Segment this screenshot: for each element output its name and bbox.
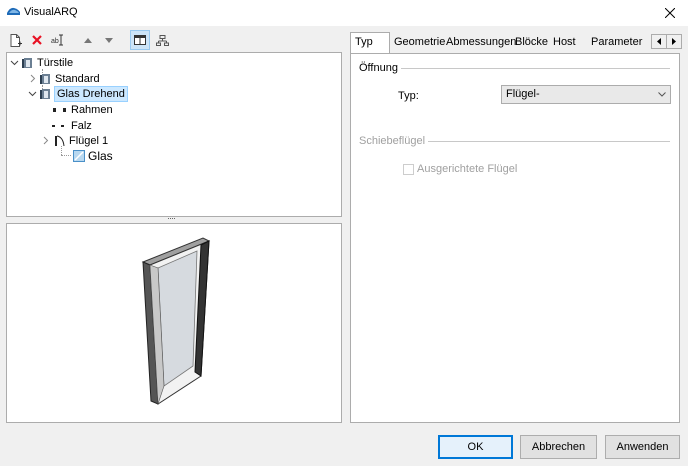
close-icon [665,8,675,18]
tab-host[interactable]: Host [549,33,587,52]
tree-view[interactable]: Türstile Standard Glas Drehend Rahmen Fa… [6,52,342,217]
arrow-left-icon [657,38,661,45]
arrow-up-icon [84,37,92,43]
typ-label: Typ: [398,90,419,102]
aligned-leaves-checkbox[interactable] [403,164,414,175]
rename-button[interactable]: ab [48,30,68,50]
tree-item-label: Türstile [37,56,74,69]
group-divider [421,141,670,142]
tree-item-label: Rahmen [71,103,113,116]
tab-scroll-left-button[interactable] [651,34,667,49]
aligned-leaves-label: Ausgerichtete Flügel [417,163,518,175]
tree-item-falz[interactable]: Falz [50,118,92,133]
chevron-right-icon [30,74,36,83]
door-style-icon [22,57,32,68]
chevron-down-icon [658,92,666,97]
preview-viewport[interactable] [6,223,342,423]
tab-parameter[interactable]: Parameter [587,33,645,52]
group-title-oeffnung: Öffnung [359,62,401,74]
tree-item-rahmen[interactable]: Rahmen [50,102,113,117]
close-button[interactable] [652,0,688,26]
tree-item-root[interactable]: Türstile [10,55,73,70]
chevron-down-icon [10,60,19,66]
frame-profile-icon [53,107,66,112]
tree-item-glas[interactable]: Glas [73,148,113,163]
chevron-right-icon [43,136,49,145]
move-down-button[interactable] [99,30,119,50]
delete-x-icon [32,35,42,45]
tree-item-label: Glas [88,148,113,163]
group-title-schiebefluegel: Schiebeflügel [359,135,429,147]
tree-item-label: Flügel 1 [69,134,109,147]
tab-geometrie[interactable]: Geometrie [390,33,445,52]
door-style-icon [40,73,50,84]
tree-item-label: Standard [55,72,100,85]
glass-pane-icon [73,149,85,162]
window-title: VisualARQ [24,6,78,18]
door-style-icon [40,88,50,99]
panel-splitter[interactable] [168,218,180,221]
tree-item-label: Falz [71,119,92,132]
apply-button[interactable]: Anwenden [605,435,680,459]
arrow-right-icon [672,38,676,45]
delete-button[interactable] [27,30,47,50]
door-preview-render [141,237,211,405]
svg-text:ab: ab [51,38,59,45]
arrow-down-icon [105,37,113,43]
tree-item-fluegel-1[interactable]: Flügel 1 [41,133,108,148]
tab-typ[interactable]: Typ [350,32,390,53]
split-view-icon [134,35,146,45]
tree-item-label: Glas Drehend [54,85,128,102]
group-divider [396,68,670,69]
new-button[interactable] [6,30,26,50]
tree-connector [61,155,71,156]
title-bar: VisualARQ [0,0,688,26]
chevron-down-icon [28,91,37,97]
tree-item-standard[interactable]: Standard [28,71,100,86]
tab-bloecke[interactable]: Blöcke [511,33,549,52]
move-up-button[interactable] [78,30,98,50]
tree-item-glas-drehend[interactable]: Glas Drehend [28,85,128,102]
tab-page-typ: Öffnung Typ: Flügel- Schiebeflügel Ausge… [350,53,680,423]
hierarchy-button[interactable] [152,30,172,50]
hierarchy-icon [155,34,169,46]
rebate-profile-icon [52,124,64,127]
tab-scroll-right-button[interactable] [666,34,682,49]
tab-abmessungen[interactable]: Abmessungen [442,33,516,52]
rename-text-icon: ab [51,34,63,46]
typ-dropdown[interactable]: Flügel- [501,85,671,104]
ok-button[interactable]: OK [438,435,513,459]
app-logo-icon [7,7,20,15]
cancel-button[interactable]: Abbrechen [520,435,597,459]
new-document-icon [10,33,22,47]
typ-dropdown-value: Flügel- [506,88,540,100]
view-layout-button[interactable] [130,30,150,50]
leaf-swing-icon [55,135,65,146]
